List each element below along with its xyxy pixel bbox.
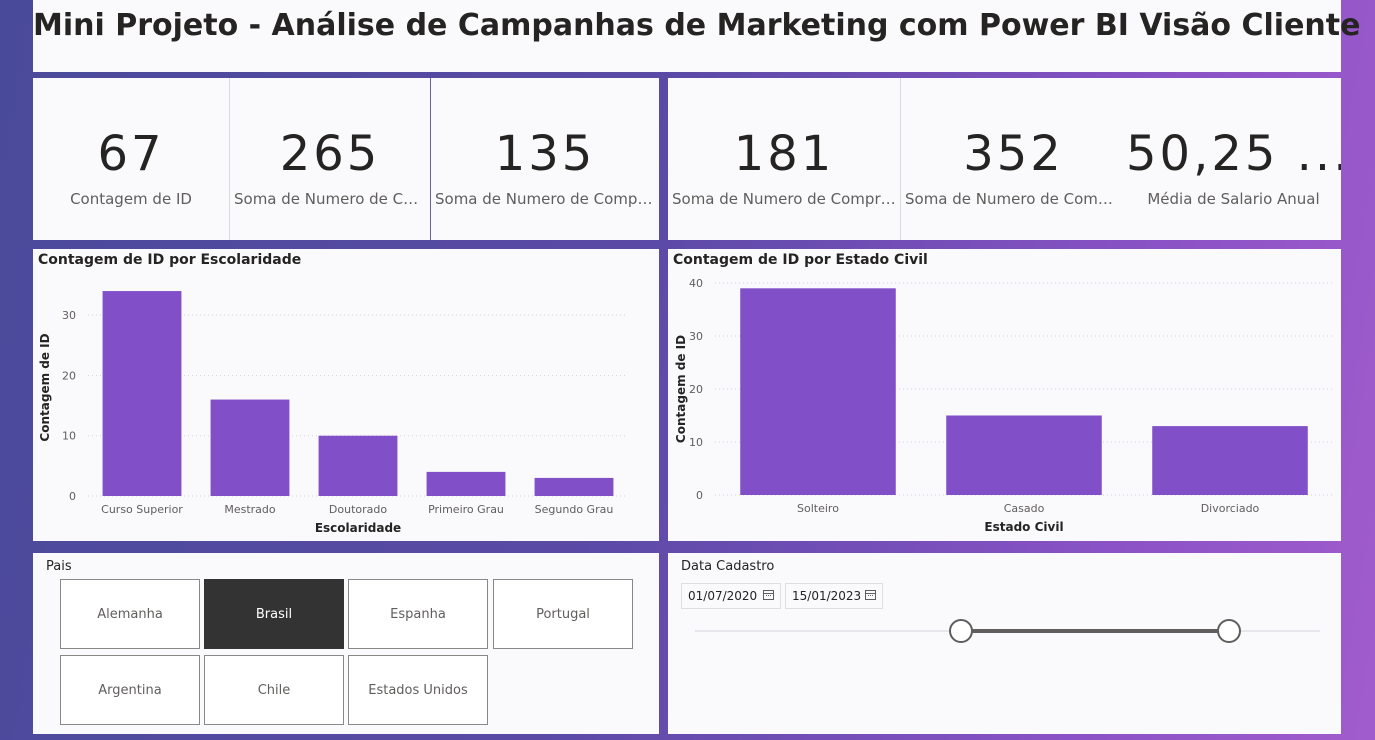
slicer-data-cadastro: Data Cadastro 01/07/2020 15/01/2023 <box>668 553 1341 734</box>
bar <box>426 471 506 496</box>
tile-brasil[interactable]: Brasil <box>204 579 344 649</box>
kpi-label: Contagem de ID <box>70 190 192 208</box>
kpi-value: 352 <box>963 126 1064 182</box>
tile-alemanha[interactable]: Alemanha <box>60 579 200 649</box>
kpi-label: Média de Salario Anual <box>1147 190 1320 208</box>
calendar-icon[interactable] <box>865 590 876 600</box>
bar <box>1152 426 1308 495</box>
x-tick-label: Casado <box>1004 502 1045 515</box>
kpi-value: 50,25 ... <box>1126 126 1341 182</box>
y-tick-label: 20 <box>689 383 703 396</box>
x-tick-label: Solteiro <box>797 502 839 515</box>
kpi-value: 67 <box>97 126 165 182</box>
bar <box>102 291 182 496</box>
kpi-value: 181 <box>733 126 835 182</box>
slicer-title: Data Cadastro <box>681 559 775 574</box>
slider-handle-start[interactable] <box>948 619 973 643</box>
bar <box>740 288 896 495</box>
y-tick-label: 30 <box>689 330 703 343</box>
tile-argentina[interactable]: Argentina <box>60 655 200 725</box>
kpi-label: Soma de Numero de Compras <box>234 190 426 208</box>
date-slider-range <box>960 629 1230 633</box>
kpi-card[interactable]: 181 Soma de Numero de Compras <box>668 78 900 240</box>
y-tick-label: 10 <box>62 430 76 443</box>
x-tick-label: Primeiro Grau <box>428 503 504 516</box>
x-tick-label: Divorciado <box>1201 502 1260 515</box>
kpi-card[interactable]: 50,25 ... Média de Salario Anual <box>1126 78 1341 240</box>
kpi-label: Soma de Numero de Compras <box>435 190 655 208</box>
y-axis-label: Contagem de ID <box>674 335 688 443</box>
start-date-value: 01/07/2020 <box>688 589 758 603</box>
tile-espanha[interactable]: Espanha <box>348 579 488 649</box>
y-tick-label: 40 <box>689 277 703 290</box>
page-title: Mini Projeto - Análise de Campanhas de M… <box>33 8 1361 43</box>
y-tick-label: 30 <box>62 309 76 322</box>
kpi-value: 265 <box>279 126 381 182</box>
start-date-input[interactable]: 01/07/2020 <box>681 583 781 609</box>
y-tick-label: 0 <box>69 490 76 503</box>
kpi-card[interactable]: 352 Soma de Numero de Compras <box>901 78 1126 240</box>
calendar-icon[interactable] <box>763 590 774 600</box>
bar <box>318 435 398 496</box>
kpi-group-left: 67 Contagem de ID 265 Soma de Numero de … <box>33 78 659 240</box>
tile-chile[interactable]: Chile <box>204 655 344 725</box>
bar <box>210 399 290 496</box>
tile-estados-unidos[interactable]: Estados Unidos <box>348 655 488 725</box>
end-date-input[interactable]: 15/01/2023 <box>785 583 883 609</box>
kpi-label: Soma de Numero de Compras <box>672 190 896 208</box>
bar-chart-escolaridade: 0 10 20 30 Curso Superior Mestrado Doutorado Pr… <box>38 291 628 535</box>
y-tick-label: 0 <box>696 489 703 502</box>
bar <box>946 415 1102 495</box>
end-date-value: 15/01/2023 <box>792 589 862 603</box>
y-axis-label: Contagem de ID <box>38 333 52 441</box>
chart-estado-civil[interactable]: Contagem de ID por Estado Civil 0 10 20 30 4… <box>668 249 1341 541</box>
x-axis-label: Estado Civil <box>984 520 1063 534</box>
kpi-group-right: 181 Soma de Numero de Compras 352 Soma d… <box>668 78 1341 240</box>
x-tick-label: Mestrado <box>224 503 276 516</box>
y-tick-label: 20 <box>62 369 76 382</box>
x-tick-label: Segundo Grau <box>535 503 614 516</box>
y-tick-label: 10 <box>689 436 703 449</box>
x-tick-label: Doutorado <box>329 503 387 516</box>
tile-portugal[interactable]: Portugal <box>493 579 633 649</box>
x-axis-label: Escolaridade <box>315 521 401 535</box>
chart-escolaridade[interactable]: Contagem de ID por Escolaridade 0 10 20 30 C… <box>33 249 659 541</box>
kpi-value: 135 <box>494 126 596 182</box>
kpi-label: Soma de Numero de Compras <box>905 190 1122 208</box>
title-panel: Mini Projeto - Análise de Campanhas de M… <box>33 0 1361 72</box>
bar-chart-estado-civil: 0 10 20 30 40 Solteiro Casado Divorciado Estado … <box>674 277 1333 534</box>
slicer-title: Pais <box>46 559 72 574</box>
bar <box>534 477 614 496</box>
kpi-card[interactable]: 135 Soma de Numero de Compras <box>431 78 659 240</box>
kpi-card[interactable]: 67 Contagem de ID <box>33 78 229 240</box>
slicer-pais: Pais Alemanha Brasil Espanha Portugal Ar… <box>33 553 659 734</box>
x-tick-label: Curso Superior <box>101 503 183 516</box>
slider-handle-end[interactable] <box>1217 619 1242 643</box>
kpi-card[interactable]: 265 Soma de Numero de Compras <box>230 78 430 240</box>
